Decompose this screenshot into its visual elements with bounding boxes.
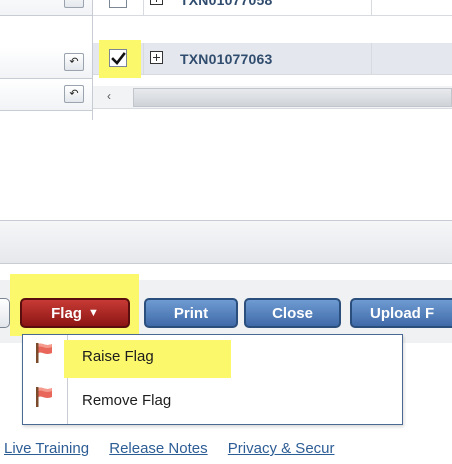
upload-button[interactable]: Upload F: [350, 298, 452, 328]
flag-icon: [36, 387, 52, 407]
flag-dropdown-menu: Raise Flag Remove Flag: [22, 334, 403, 425]
menu-item-label: Remove Flag: [82, 392, 172, 409]
left-row: ↶: [0, 0, 92, 16]
scrollbar-thumb[interactable]: [133, 88, 452, 107]
toolbar-button-partial[interactable]: [0, 298, 10, 328]
transaction-id[interactable]: TXN01077063: [180, 51, 273, 67]
transaction-id[interactable]: TXN01077058: [180, 0, 273, 8]
menu-item-remove-flag[interactable]: Remove Flag: [23, 379, 402, 419]
undo-button[interactable]: ↶: [64, 0, 84, 8]
undo-button[interactable]: ↶: [64, 53, 84, 71]
horizontal-scrollbar[interactable]: ‹: [93, 86, 452, 109]
flag-button-label: Flag: [51, 304, 82, 322]
menu-item-label: Raise Flag: [82, 348, 154, 365]
checkmark-icon: [111, 52, 126, 65]
menu-item-raise-flag[interactable]: Raise Flag: [23, 335, 402, 378]
link-privacy-security[interactable]: Privacy & Secur: [228, 440, 335, 457]
table-row[interactable]: TXN01077063: [93, 40, 452, 78]
caret-down-icon: ▼: [87, 307, 99, 319]
upload-button-label: Upload F: [370, 304, 435, 322]
scroll-left-icon[interactable]: ‹: [107, 89, 111, 103]
print-button-label: Print: [173, 304, 209, 322]
undo-button[interactable]: ↶: [64, 85, 84, 103]
row-checkbox[interactable]: [109, 49, 127, 67]
row-checkbox[interactable]: [109, 0, 127, 8]
print-button[interactable]: Print: [144, 298, 238, 328]
flag-button[interactable]: Flag ▼: [20, 298, 130, 328]
transaction-grid: TXN01077058 TXN01077063 ‹: [93, 0, 452, 122]
grid-footer: [0, 221, 452, 264]
expand-icon[interactable]: [150, 0, 163, 5]
footer-links: Live Training Release Notes Privacy & Se…: [0, 440, 452, 457]
link-release-notes[interactable]: Release Notes: [109, 440, 207, 457]
close-button-label: Close: [272, 304, 313, 322]
link-live-training[interactable]: Live Training: [4, 440, 89, 457]
left-panel: ↶ ↶ ↶: [0, 0, 93, 120]
expand-icon[interactable]: [150, 51, 163, 64]
close-button[interactable]: Close: [244, 298, 341, 328]
left-row: ↶: [0, 47, 92, 79]
left-row: ↶: [0, 79, 92, 111]
flag-icon: [36, 343, 52, 363]
table-row[interactable]: TXN01077058: [93, 0, 452, 16]
